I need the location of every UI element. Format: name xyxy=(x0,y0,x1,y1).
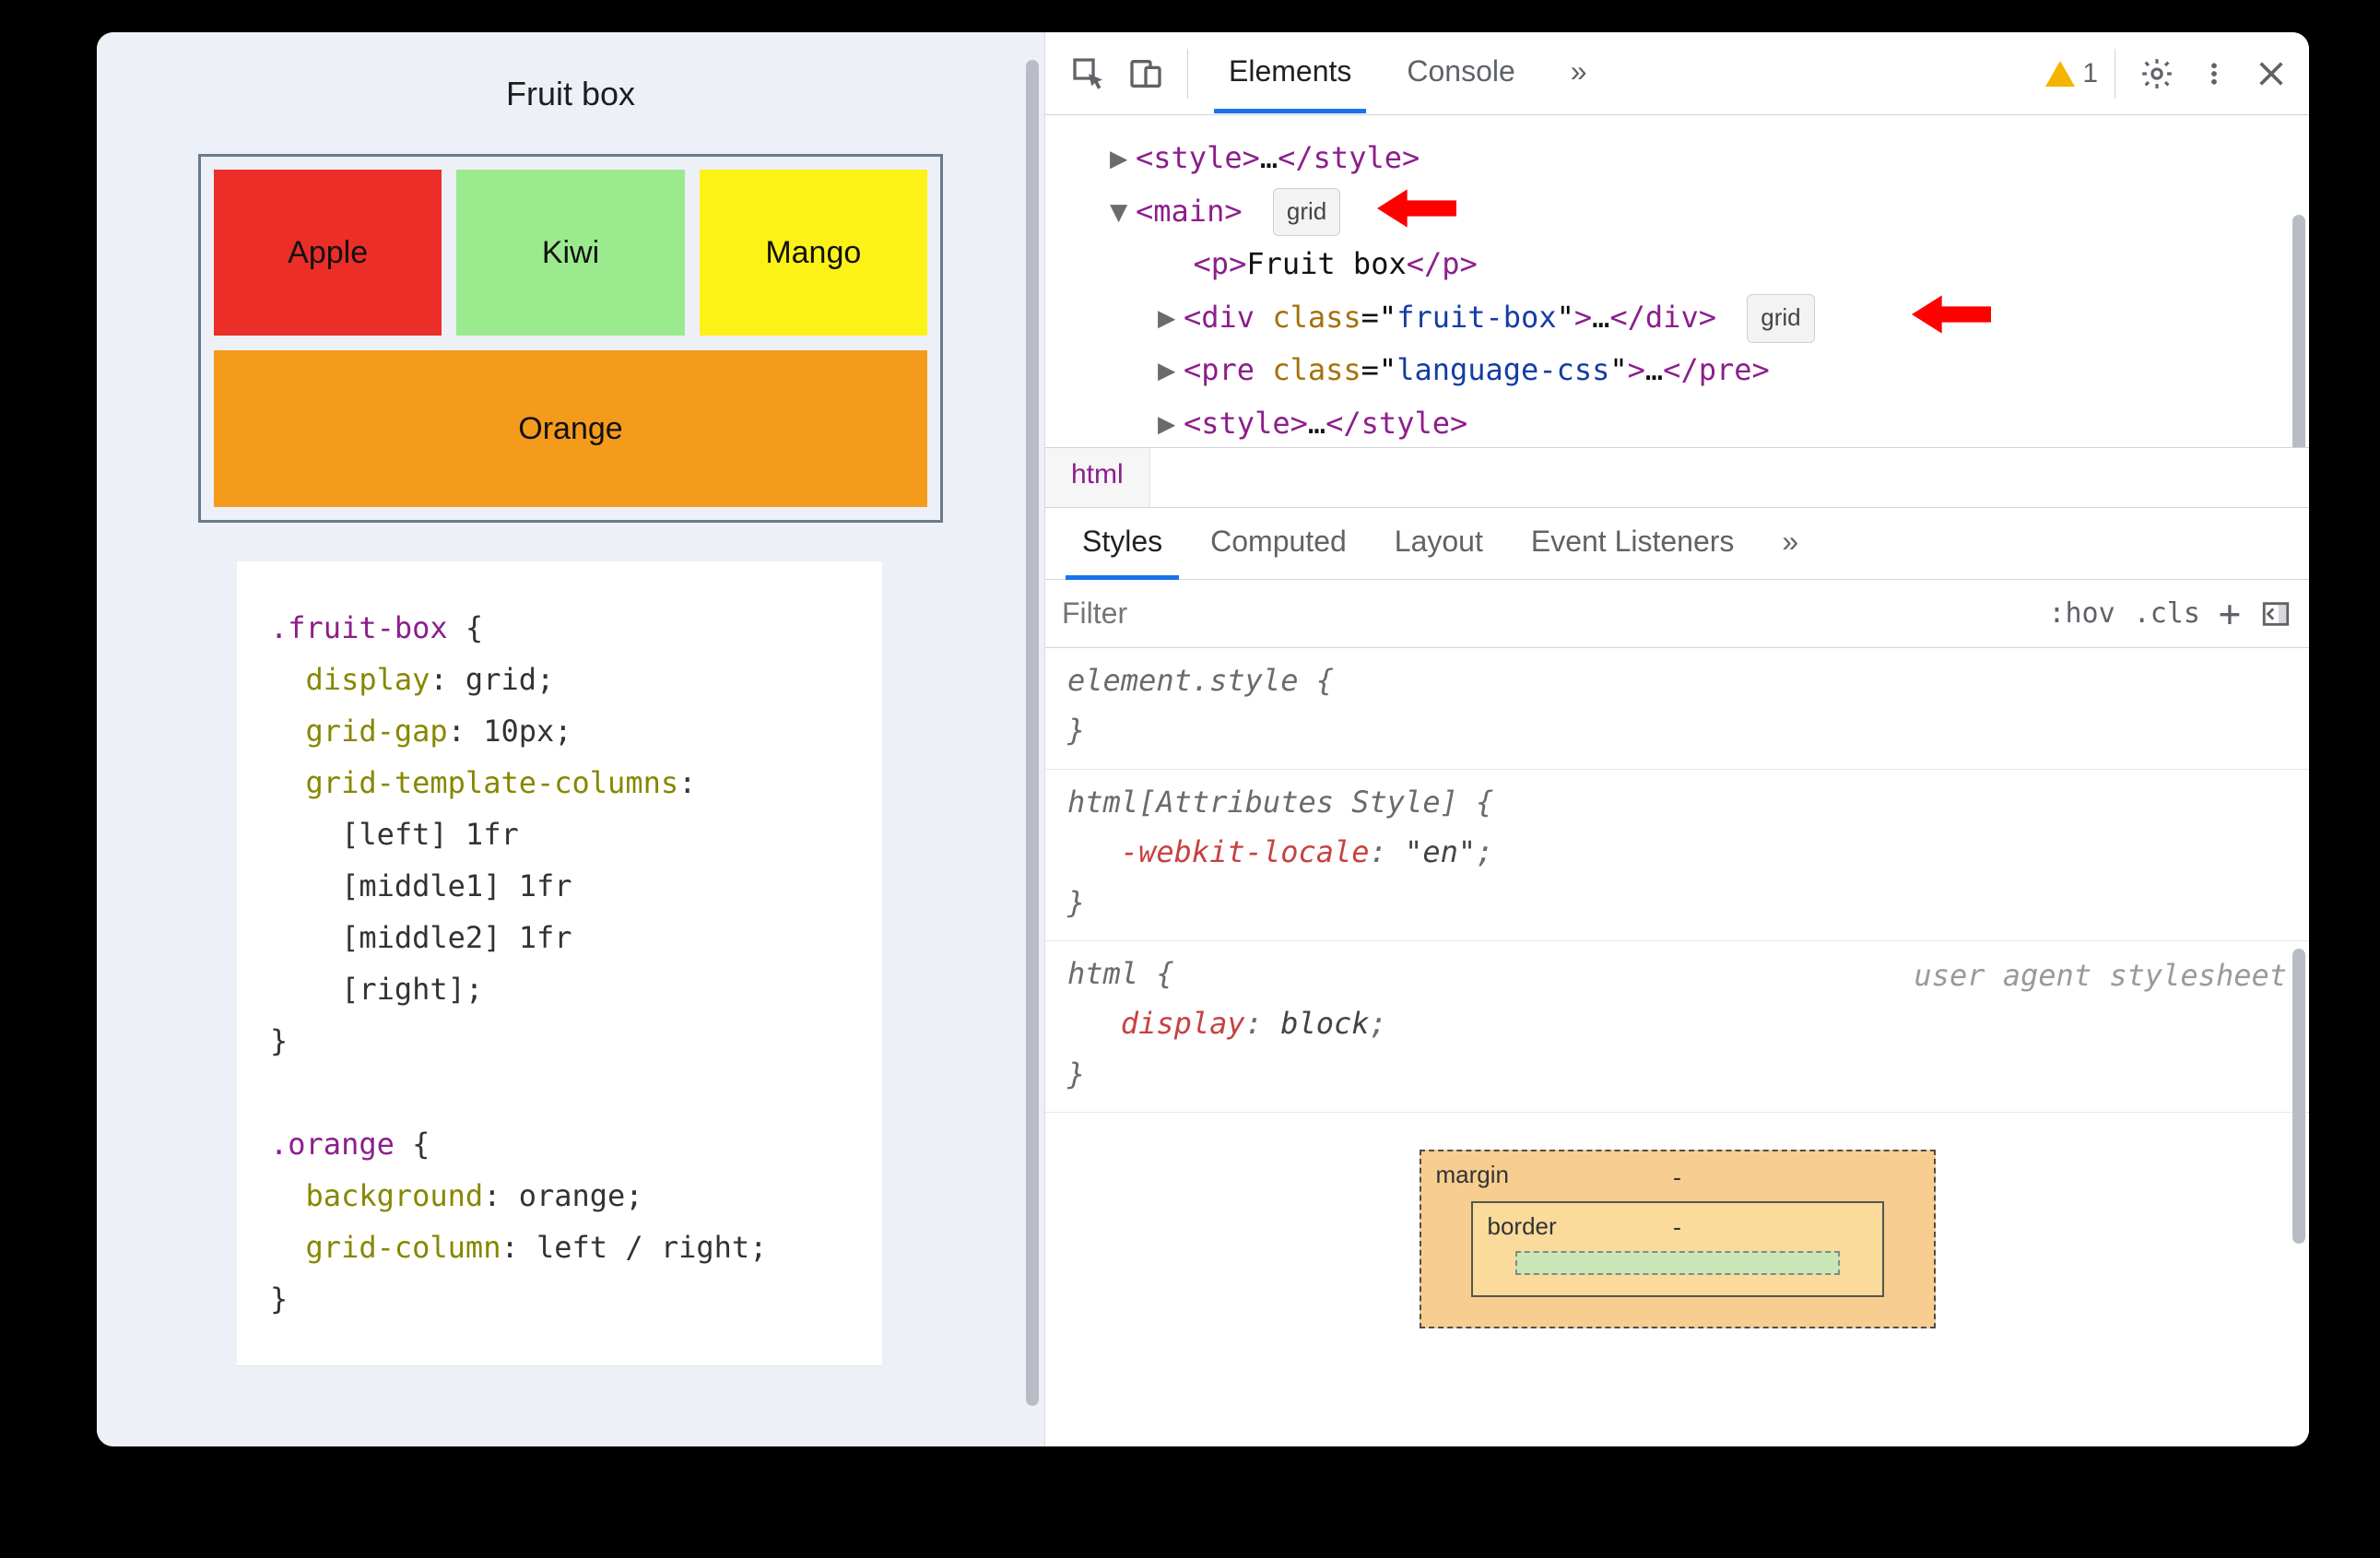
styles-filter-input[interactable] xyxy=(1062,580,2030,647)
cls-toggle-button[interactable]: .cls xyxy=(2134,597,2200,630)
preview-scrollbar[interactable] xyxy=(1026,60,1039,1406)
annotation-arrow-icon xyxy=(1377,183,1456,233)
grid-badge[interactable]: grid xyxy=(1747,294,1814,343)
device-toggle-icon[interactable] xyxy=(1121,49,1171,99)
page-title: Fruit box xyxy=(198,75,943,113)
tab-elements[interactable]: Elements xyxy=(1205,34,1375,112)
dom-node-pre[interactable]: ▶<pre class="language-css">…</pre> xyxy=(1110,344,2287,397)
warning-icon xyxy=(2045,61,2075,87)
warnings-badge[interactable]: 1 xyxy=(2045,58,2098,89)
fruit-kiwi: Kiwi xyxy=(456,170,684,336)
box-model-margin-label: margin xyxy=(1436,1161,1509,1189)
fruit-mango: Mango xyxy=(700,170,927,336)
dom-breadcrumb[interactable]: html xyxy=(1045,447,2309,508)
toggle-sidebar-icon[interactable] xyxy=(2259,597,2292,631)
close-devtools-icon[interactable] xyxy=(2246,49,2296,99)
fruit-box-grid: Apple Kiwi Mango Orange xyxy=(198,154,943,523)
subtab-more[interactable]: » xyxy=(1758,508,1822,579)
fruit-apple: Apple xyxy=(214,170,442,336)
styles-rules-pane[interactable]: element.style { } html[Attributes Style]… xyxy=(1045,648,2309,1446)
hov-toggle-button[interactable]: :hov xyxy=(2048,597,2115,630)
devtools-toolbar: Elements Console » 1 xyxy=(1045,32,2309,115)
settings-gear-icon[interactable] xyxy=(2132,49,2182,99)
grid-badge[interactable]: grid xyxy=(1273,188,1340,237)
rule-source-label: user agent stylesheet xyxy=(1914,950,2287,1000)
dom-node-p[interactable]: <p>Fruit box</p> xyxy=(1110,238,2287,291)
subtab-computed[interactable]: Computed xyxy=(1186,508,1371,579)
styles-subtabs: Styles Computed Layout Event Listeners » xyxy=(1045,508,2309,580)
subtab-styles[interactable]: Styles xyxy=(1058,508,1186,579)
breadcrumb-html[interactable]: html xyxy=(1045,448,1150,507)
dom-node-div-fruitbox[interactable]: ▶<div class="fruit-box">…</div> grid xyxy=(1110,291,2287,345)
elements-dom-tree[interactable]: ▶<style>…</style> ▼<main> grid <p>Fruit … xyxy=(1045,115,2309,447)
page-preview-pane: Fruit box Apple Kiwi Mango Orange .fruit… xyxy=(97,32,1045,1446)
annotation-arrow-icon xyxy=(1912,289,1991,339)
styles-scrollbar[interactable] xyxy=(2292,949,2305,1244)
app-window: Fruit box Apple Kiwi Mango Orange .fruit… xyxy=(97,32,2309,1446)
inspect-element-icon[interactable] xyxy=(1064,49,1113,99)
tab-console[interactable]: Console xyxy=(1383,34,1538,112)
rule-attributes-style[interactable]: html[Attributes Style] { -webkit-locale:… xyxy=(1045,770,2309,941)
rule-html-ua[interactable]: user agent stylesheethtml { display: blo… xyxy=(1045,941,2309,1113)
warning-count: 1 xyxy=(2082,58,2098,89)
kebab-menu-icon[interactable] xyxy=(2189,49,2239,99)
box-model-diagram[interactable]: margin - border - xyxy=(1045,1113,2309,1328)
dom-node-main[interactable]: ▼<main> grid xyxy=(1110,185,2287,239)
new-rule-button[interactable]: + xyxy=(2219,593,2241,635)
css-code-snippet: .fruit-box { display: grid; grid-gap: 10… xyxy=(237,561,882,1365)
styles-filter-bar: :hov .cls + xyxy=(1045,580,2309,648)
tab-more[interactable]: » xyxy=(1547,34,1611,112)
rule-element-style[interactable]: element.style { } xyxy=(1045,648,2309,770)
devtools-pane: Elements Console » 1 xyxy=(1045,32,2309,1446)
elements-scrollbar[interactable] xyxy=(2292,215,2305,447)
box-model-border-label: border xyxy=(1488,1212,1557,1241)
subtab-event-listeners[interactable]: Event Listeners xyxy=(1507,508,1759,579)
subtab-layout[interactable]: Layout xyxy=(1371,508,1507,579)
fruit-orange: Orange xyxy=(214,350,927,507)
